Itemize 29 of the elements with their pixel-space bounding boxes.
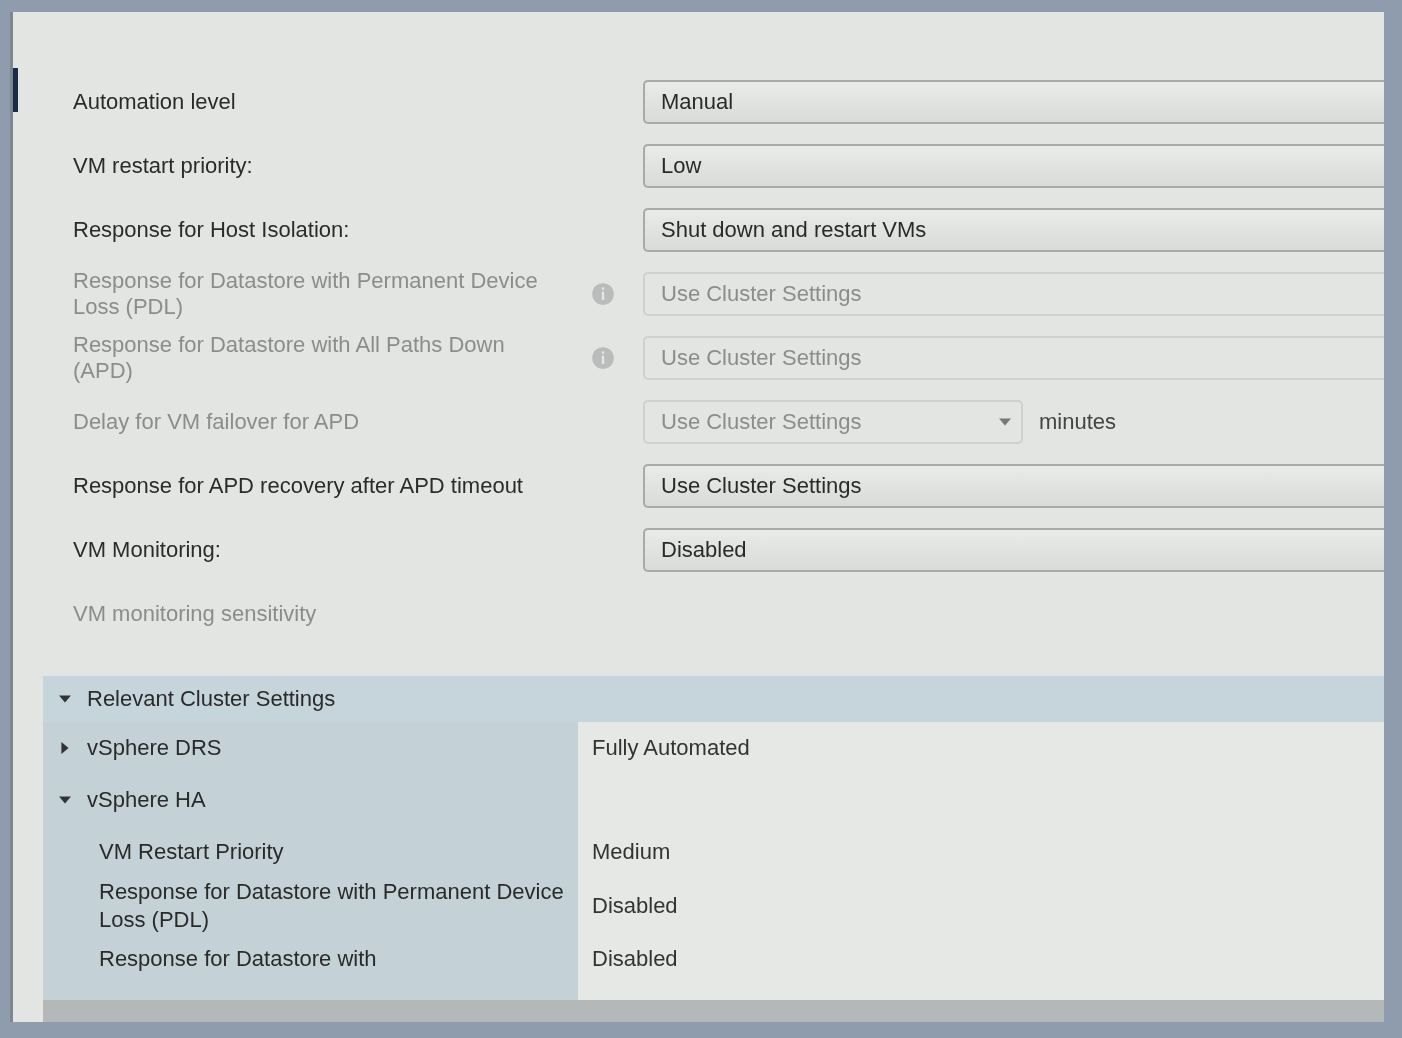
field-label: VM Monitoring: [73, 536, 222, 564]
setting-value: Disabled [592, 946, 678, 971]
field-label: VM restart priority: [73, 152, 254, 180]
field-label: Response for Host Isolation: [73, 216, 351, 244]
caret-icon [59, 742, 71, 754]
dropdown[interactable]: Manual [643, 80, 1384, 124]
caret-icon [59, 693, 71, 705]
setting-label: VM Restart Priority [98, 838, 285, 866]
caret-icon [59, 794, 71, 806]
setting-value: Disabled [592, 892, 678, 918]
tree-item[interactable]: vSphere DRS [59, 735, 578, 761]
dropdown[interactable]: Low [643, 144, 1384, 188]
section-header[interactable]: Relevant Cluster Settings [43, 676, 1384, 722]
caret-icon [999, 418, 1011, 426]
field-label: Response for Datastore with Permanent Device Loss (PDL) [73, 267, 539, 321]
tree-item[interactable]: vSphere HA [59, 787, 578, 813]
setting-value: Fully Automated [592, 735, 750, 760]
field-label: Delay for VM failover for APD [73, 408, 361, 436]
unit-label: minutes [1039, 409, 1117, 435]
field-label: VM monitoring sensitivity [73, 600, 318, 628]
setting-label: Response for Datastore with [98, 945, 378, 973]
field-label: Automation level [73, 88, 237, 116]
setting-label: Response for Datastore with Permanent Device Loss (PDL) [98, 878, 565, 933]
dropdown[interactable]: Disabled [643, 528, 1384, 572]
dropdown[interactable]: Use Cluster Settings [643, 464, 1384, 508]
field-label: Response for APD recovery after APD timeout [73, 472, 524, 500]
setting-value: Medium [592, 839, 671, 864]
dropdown[interactable]: Shut down and restart VMs [643, 208, 1384, 252]
field-label: Response for Datastore with All Paths Down (APD) [73, 331, 506, 385]
